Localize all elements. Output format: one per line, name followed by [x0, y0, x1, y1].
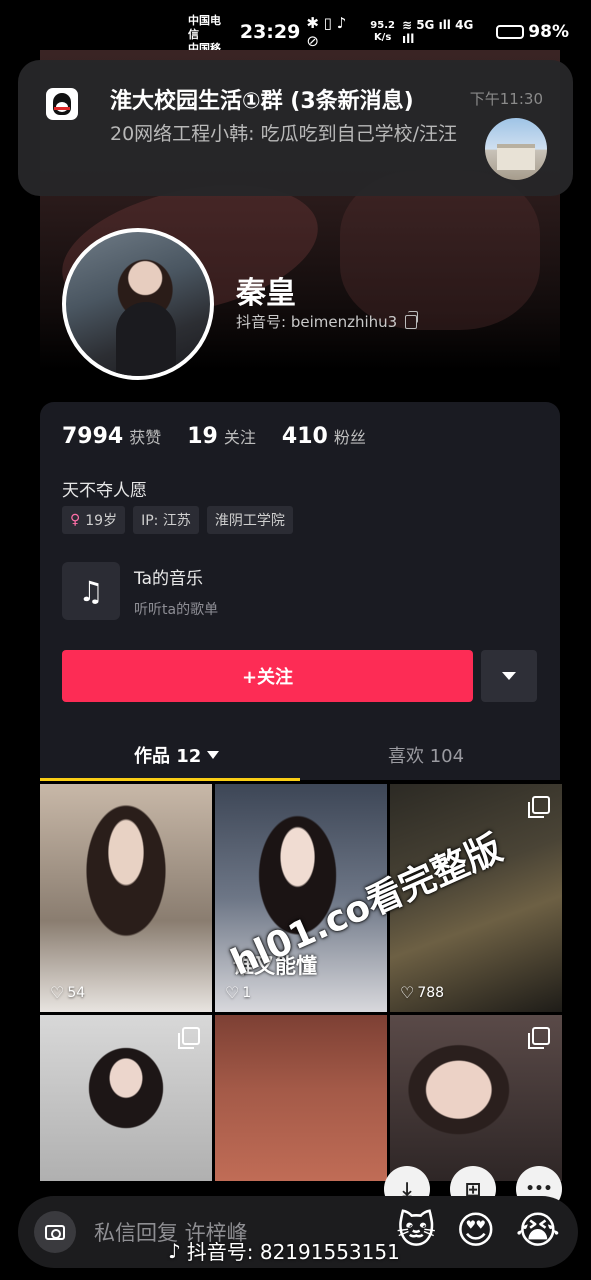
- battery-percent: 98%: [528, 22, 569, 42]
- age-tag: ♀ 19岁: [62, 506, 126, 534]
- multi-image-icon: [528, 796, 550, 818]
- chevron-down-icon: [502, 672, 516, 680]
- speed-value: 95.2: [370, 20, 395, 31]
- tab-indicator: [40, 778, 300, 781]
- status-icons: ✱ ▯ ♪ ⊘ 95.2 K/s ≋ 5G ıll 4G ıll 98%: [306, 14, 569, 50]
- clock: 23:29: [239, 21, 301, 43]
- more-options-button[interactable]: [481, 650, 537, 702]
- music-note-icon: ♫: [62, 562, 120, 620]
- status-glyph-icons: ✱ ▯ ♪ ⊘: [306, 14, 347, 50]
- notification-body: 20网络工程小韩: 吃瓜吃到自己学校/汪汪: [110, 123, 458, 145]
- video-like-count: ♡ 54: [50, 983, 86, 1002]
- stat-likes[interactable]: 7994 获赞: [62, 424, 161, 449]
- tab-works[interactable]: 作品 12: [134, 742, 220, 768]
- video-thumbnail[interactable]: [40, 1015, 212, 1181]
- notification-time: 下午11:30: [469, 90, 543, 108]
- qq-icon: [46, 88, 78, 120]
- group-avatar: [485, 118, 547, 180]
- tab-works-label: 作品 12: [134, 746, 202, 767]
- copy-icon[interactable]: [405, 310, 419, 329]
- profile-name: 秦皇: [236, 276, 296, 311]
- age-text: 19岁: [85, 513, 118, 529]
- camera-icon: [45, 1224, 65, 1240]
- heart-icon: ♡: [50, 983, 65, 1002]
- profile-avatar[interactable]: [62, 228, 214, 380]
- camera-button[interactable]: [34, 1211, 76, 1253]
- network-speed: 95.2 K/s: [370, 20, 395, 44]
- music-entry[interactable]: ♫ Ta的音乐 听听ta的歌单: [62, 562, 218, 620]
- ip-tag: IP: 江苏: [133, 506, 199, 534]
- music-subtitle: 听听ta的歌单: [134, 601, 219, 618]
- female-icon: ♀: [70, 512, 81, 528]
- video-thumbnail[interactable]: [390, 1015, 562, 1181]
- stats-row: 7994 获赞 19 关注 410 粉丝: [62, 424, 366, 449]
- school-tag[interactable]: 淮阴工学院: [206, 506, 293, 534]
- signal-icons: ≋ 5G ıll 4G ıll: [401, 18, 474, 46]
- speed-unit: K/s: [373, 32, 392, 43]
- battery: 98%: [496, 22, 569, 42]
- video-thumbnail[interactable]: ♡ 54: [40, 784, 212, 1012]
- profile-bio: 天不夺人愿: [62, 481, 147, 501]
- likes-count: 7994: [62, 424, 124, 449]
- carrier-1: 中国电信: [188, 14, 221, 41]
- video-like-count: ♡ 1: [225, 983, 252, 1002]
- following-count: 19: [187, 424, 218, 449]
- douyin-id-overlay: ♪ 抖音号: 82191553151: [168, 1236, 400, 1265]
- music-text: Ta的音乐 听听ta的歌单: [134, 564, 218, 619]
- emoji-quick-replies: 🐱 😍 😭: [396, 1208, 560, 1252]
- emoji-heart-eyes[interactable]: 😍: [456, 1208, 496, 1252]
- notification-title: 淮大校园生活①群 (3条新消息): [110, 89, 414, 114]
- video-like-count: ♡ 788: [400, 983, 445, 1002]
- multi-image-icon: [178, 1027, 200, 1049]
- battery-icon: [496, 25, 525, 39]
- profile-tags: ♀ 19岁 IP: 江苏 淮阴工学院: [62, 506, 293, 534]
- stat-following[interactable]: 19 关注: [187, 424, 256, 449]
- emoji-crying[interactable]: 😭: [516, 1208, 560, 1252]
- video-thumbnail[interactable]: [215, 1015, 387, 1181]
- dropdown-arrow-icon: [207, 751, 220, 759]
- follow-button[interactable]: +关注: [62, 650, 473, 702]
- multi-image-icon: [528, 1027, 550, 1049]
- likes-label: 获赞: [129, 428, 162, 447]
- heart-icon: ♡: [225, 983, 240, 1002]
- emoji-cat[interactable]: 🐱: [396, 1208, 436, 1252]
- following-label: 关注: [223, 428, 256, 447]
- profile-card: 7994 获赞 19 关注 410 粉丝 天不夺人愿 ♀ 19岁 IP: 江苏 …: [40, 402, 560, 781]
- qq-notification[interactable]: 淮大校园生活①群 (3条新消息) 下午11:30 20网络工程小韩: 吃瓜吃到自…: [18, 60, 573, 196]
- profile-douyin-id: 抖音号: beimenzhihu3: [236, 310, 419, 332]
- douyin-id-text: 抖音号: 82191553151: [186, 1240, 400, 1264]
- tiktok-icon: ♪: [168, 1238, 181, 1263]
- tab-likes[interactable]: 喜欢 104: [388, 742, 464, 768]
- stat-followers[interactable]: 410 粉丝: [282, 424, 366, 449]
- followers-count: 410: [281, 424, 328, 449]
- profile-id-text: 抖音号: beimenzhihu3: [236, 313, 398, 331]
- heart-icon: ♡: [400, 983, 415, 1002]
- music-title: Ta的音乐: [134, 568, 203, 589]
- followers-label: 粉丝: [333, 428, 366, 447]
